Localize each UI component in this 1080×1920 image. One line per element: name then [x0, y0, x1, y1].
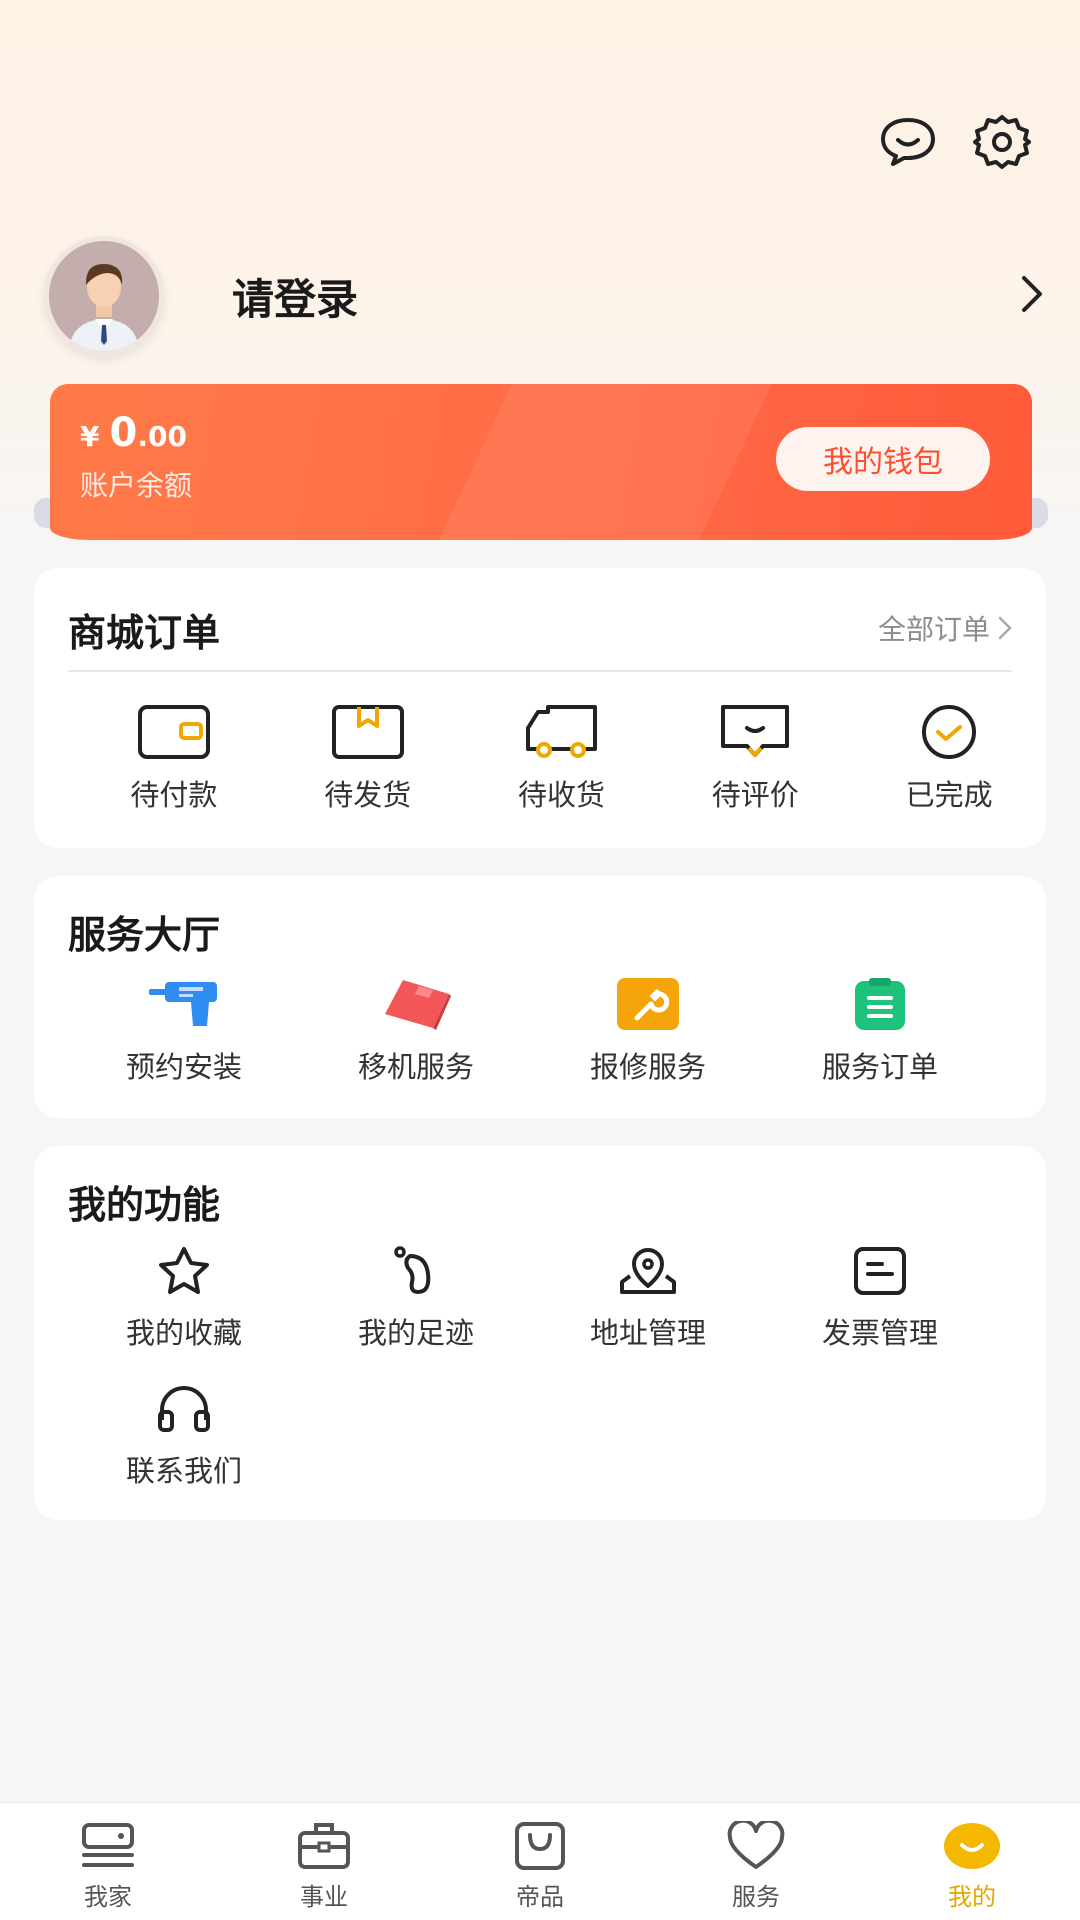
function-label: 发票管理 — [821, 1316, 938, 1350]
func-favorites[interactable]: 我的收藏 — [68, 1246, 300, 1352]
func-contact[interactable]: 联系我们 — [68, 1384, 300, 1490]
tab-label: 服务 — [732, 1883, 780, 1911]
tab-label: 我家 — [84, 1883, 132, 1911]
order-status-label: 待收货 — [517, 778, 605, 812]
tab-label: 帝品 — [516, 1883, 564, 1911]
chevron-right-icon[interactable] — [1020, 274, 1044, 318]
order-status-label: 已完成 — [905, 778, 993, 812]
service-label: 预约安装 — [125, 1050, 242, 1084]
functions-title: 我的功能 — [68, 1183, 221, 1227]
drill-icon — [149, 982, 217, 1026]
all-orders-link[interactable]: 全部订单 — [878, 608, 1012, 648]
my-functions-card: 我的功能 我的收藏 我的足迹 地址管理 发票管理 联系我们 — [34, 1146, 1046, 1520]
all-orders-label: 全部订单 — [877, 613, 990, 646]
message-chat-icon[interactable] — [878, 112, 938, 172]
orders-divider — [68, 670, 1012, 672]
service-repair[interactable]: 报修服务 — [532, 978, 764, 1086]
order-status-row: 待付款 待发货 待收货 待评价 已完成 — [34, 704, 1046, 814]
func-footprints[interactable]: 我的足迹 — [300, 1246, 532, 1352]
login-prompt[interactable]: 请登录 — [232, 266, 358, 327]
service-title: 服务大厅 — [68, 913, 221, 957]
order-pending-payment[interactable]: 待付款 — [77, 704, 271, 814]
invoice-icon — [854, 1247, 906, 1295]
balance-amount: ¥ 0 .00 — [80, 410, 187, 456]
tab-home[interactable]: 我家 — [0, 1803, 216, 1920]
service-label: 服务订单 — [821, 1050, 938, 1084]
box-icon — [331, 705, 404, 759]
currency-symbol: ¥ — [80, 420, 100, 453]
wallet-decoration — [418, 384, 782, 540]
avatar[interactable] — [44, 236, 164, 356]
wallet-icon — [137, 705, 210, 759]
home-device-icon — [82, 1823, 134, 1867]
tab-mine[interactable]: 我的 — [864, 1803, 1080, 1920]
smile-face-icon — [944, 1823, 1000, 1869]
tab-label: 事业 — [300, 1883, 348, 1911]
truck-icon — [526, 705, 598, 758]
move-box-icon — [385, 980, 451, 1030]
order-status-label: 待发货 — [324, 778, 412, 812]
location-icon — [620, 1248, 676, 1294]
function-label: 我的足迹 — [357, 1316, 474, 1350]
footprint-icon — [394, 1246, 431, 1294]
wrench-icon — [617, 978, 679, 1030]
function-label: 联系我们 — [125, 1454, 242, 1488]
order-status-label: 待评价 — [711, 778, 799, 812]
wallet-card: ¥ 0 .00 账户余额 我的钱包 — [50, 384, 1032, 540]
functions-grid-row1: 我的收藏 我的足迹 地址管理 发票管理 — [34, 1246, 1046, 1352]
function-label: 我的收藏 — [125, 1316, 242, 1350]
headset-icon — [158, 1386, 210, 1432]
service-install[interactable]: 预约安装 — [68, 978, 300, 1086]
tab-service[interactable]: 服务 — [648, 1803, 864, 1920]
order-pending-receipt[interactable]: 待收货 — [465, 704, 659, 814]
orders-title: 商城订单 — [68, 611, 221, 655]
bottom-tab-bar: 我家 事业 帝品 服务 我的 — [0, 1802, 1080, 1920]
comment-icon — [721, 705, 790, 757]
chevron-right-icon — [998, 616, 1012, 640]
service-label: 移机服务 — [357, 1050, 474, 1084]
mall-orders-card: 商城订单 全部订单 待付款 待发货 待收货 待评价 已完成 — [34, 568, 1046, 848]
service-grid: 预约安装 移机服务 报修服务 服务订单 — [34, 978, 1046, 1086]
shopping-bag-icon — [515, 1822, 565, 1870]
heart-icon — [727, 1821, 785, 1869]
balance-label: 账户余额 — [80, 469, 193, 502]
order-pending-shipment[interactable]: 待发货 — [271, 704, 465, 814]
function-label: 地址管理 — [589, 1316, 706, 1350]
tab-business[interactable]: 事业 — [216, 1803, 432, 1920]
gear-icon[interactable] — [972, 112, 1032, 172]
service-hall-card: 服务大厅 预约安装 移机服务 报修服务 服务订单 — [34, 876, 1046, 1118]
func-address[interactable]: 地址管理 — [532, 1246, 764, 1352]
service-label: 报修服务 — [589, 1050, 706, 1084]
clipboard-icon — [855, 978, 905, 1030]
tab-products[interactable]: 帝品 — [432, 1803, 648, 1920]
briefcase-icon — [298, 1823, 350, 1869]
functions-grid-row2: 联系我们 — [34, 1384, 1046, 1490]
service-orders[interactable]: 服务订单 — [764, 978, 996, 1086]
tab-label: 我的 — [948, 1883, 996, 1911]
check-circle-icon — [922, 705, 977, 759]
service-move[interactable]: 移机服务 — [300, 978, 532, 1086]
my-wallet-button[interactable]: 我的钱包 — [776, 427, 990, 491]
order-status-label: 待付款 — [130, 778, 218, 812]
balance-decimal: .00 — [137, 420, 187, 453]
balance-integer: 0 — [109, 410, 138, 456]
profile-section[interactable]: 请登录 — [44, 236, 1044, 356]
func-invoice[interactable]: 发票管理 — [764, 1246, 996, 1352]
order-completed[interactable]: 已完成 — [852, 704, 1046, 814]
star-icon — [159, 1247, 209, 1294]
order-pending-review[interactable]: 待评价 — [658, 704, 852, 814]
header-actions — [878, 112, 1032, 172]
